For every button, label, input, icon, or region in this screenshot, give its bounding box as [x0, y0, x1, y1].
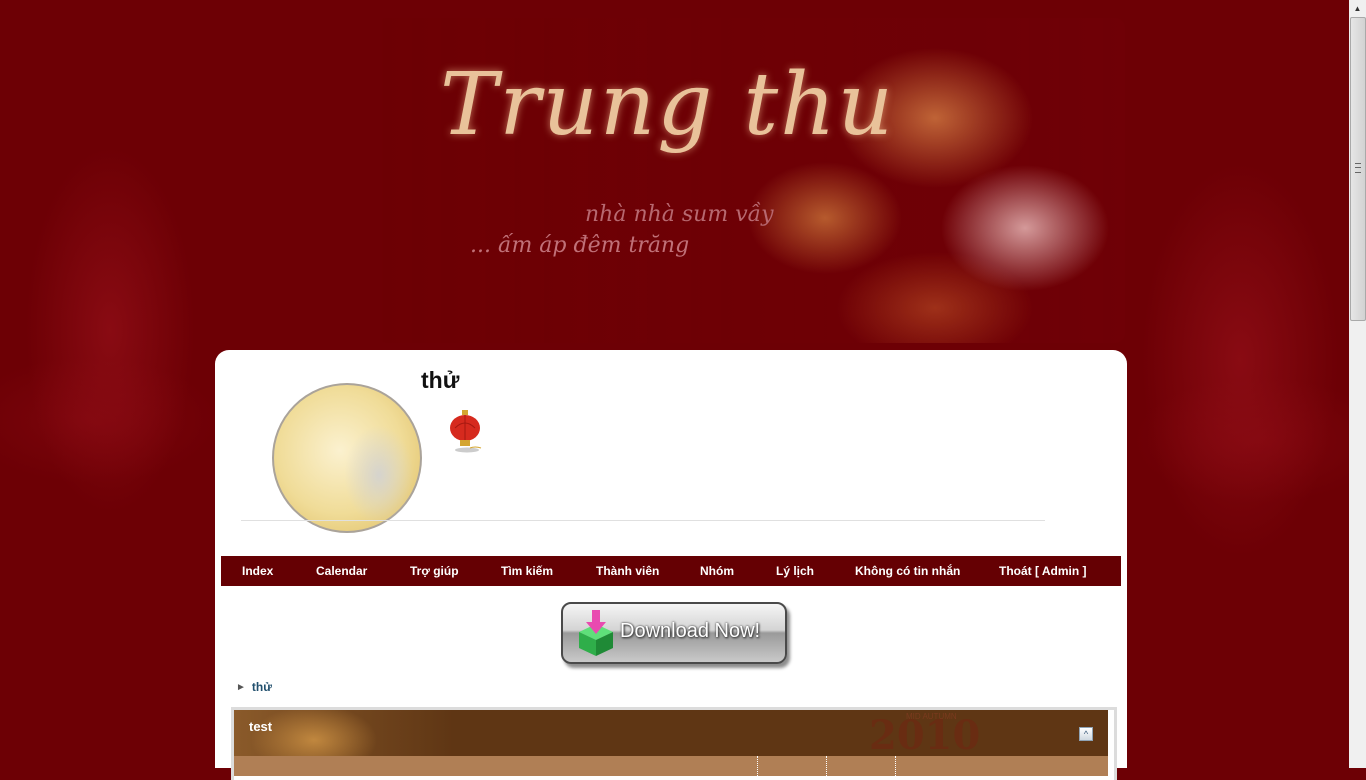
nav-item-messages[interactable]: Không có tin nhắn: [855, 564, 960, 578]
main-navigation: Index Calendar Trợ giúp Tìm kiếm Thành v…: [221, 556, 1121, 586]
scrollbar-grip-icon: [1355, 163, 1361, 173]
column-separator: [826, 756, 827, 776]
nav-item-search[interactable]: Tìm kiếm: [501, 564, 553, 578]
breadcrumb-link-home[interactable]: thử: [252, 680, 272, 694]
banner-subtitle-1: nhà nhà sum vầy: [585, 202, 774, 227]
download-now-label: Download Now!: [620, 620, 761, 642]
nav-item-logout[interactable]: Thoát [ Admin ]: [999, 564, 1087, 578]
nav-item-profile[interactable]: Lý lịch: [776, 564, 814, 578]
forum-header-watermark: 2010: [869, 712, 981, 759]
nav-item-index[interactable]: Index: [242, 564, 273, 578]
breadcrumb: ► thử: [236, 680, 272, 694]
nav-item-help[interactable]: Trợ giúp: [410, 564, 459, 578]
main-content: thử Index Calendar Trợ giúp Tìm kiếm Thà…: [215, 350, 1127, 780]
banner-title: Trung thu: [440, 55, 895, 155]
forum-category-title[interactable]: test: [249, 719, 272, 734]
site-title: thử: [421, 367, 460, 393]
vertical-scrollbar[interactable]: ▲: [1349, 0, 1366, 768]
moon-logo[interactable]: [272, 383, 422, 533]
scrollbar-thumb[interactable]: [1350, 17, 1366, 321]
banner-subtitle-2: ... ấm áp đêm trăng: [470, 233, 690, 258]
header-divider: [241, 520, 1045, 521]
download-now-button[interactable]: Download Now!: [561, 602, 787, 664]
nav-item-members[interactable]: Thành viên: [596, 564, 659, 578]
download-box-icon: [579, 610, 613, 656]
breadcrumb-arrow-icon: ►: [236, 681, 246, 693]
nav-item-groups[interactable]: Nhóm: [700, 564, 734, 578]
forum-column-header: [234, 756, 1108, 776]
lantern-icon: [450, 410, 482, 453]
column-separator: [757, 756, 758, 776]
scroll-up-arrow-icon[interactable]: ▲: [1349, 0, 1366, 17]
forum-category-header: test MID AUTUMN 2010 ^: [234, 710, 1108, 759]
nav-item-calendar[interactable]: Calendar: [316, 564, 367, 578]
collapse-category-icon[interactable]: ^: [1079, 727, 1093, 741]
forum-category: test MID AUTUMN 2010 ^: [231, 707, 1117, 780]
moon-cloud-decoration: [344, 425, 414, 525]
column-separator: [895, 756, 896, 776]
